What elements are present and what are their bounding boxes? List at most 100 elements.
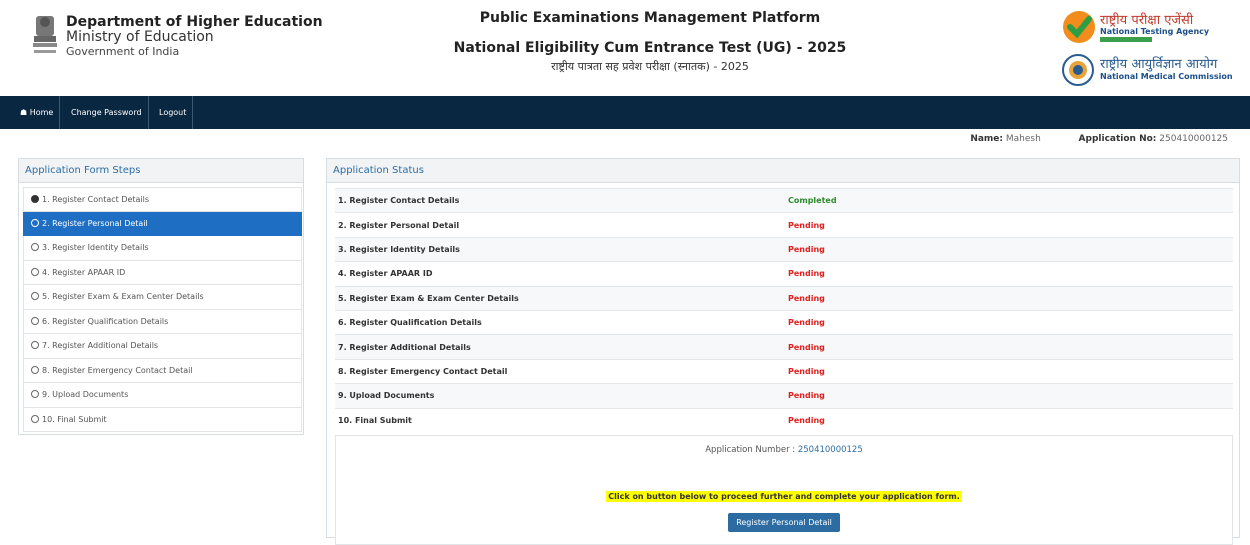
exam-title: National Eligibility Cum Entrance Test (… xyxy=(453,40,847,56)
step-label: 3. Register Identity Details xyxy=(42,243,149,252)
status-row: 8. Register Emergency Contact Detail Pend… xyxy=(335,358,1233,384)
form-steps-list: 1. Register Contact Details 2. Register P… xyxy=(23,187,302,432)
ministry-name: Ministry of Education xyxy=(66,29,214,45)
application-number-line: Application Number : 250410000125 xyxy=(336,445,1232,455)
register-personal-detail-button[interactable]: Register Personal Detail xyxy=(728,513,840,532)
status-row: 9. Upload Documents Pending xyxy=(335,383,1233,409)
step-item[interactable]: 5. Register Exam & Exam Center Details xyxy=(23,285,302,310)
application-status-title: Application Status xyxy=(327,159,1239,183)
step-item[interactable]: 6. Register Qualification Details xyxy=(23,309,302,334)
status-row: 2. Register Personal Detail Pending xyxy=(335,212,1233,238)
step-item[interactable]: 3. Register Identity Details xyxy=(23,236,302,261)
nav-logout-link[interactable]: Logout xyxy=(153,96,194,129)
status-row: 6. Register Qualification Details Pending xyxy=(335,309,1233,335)
nmc-logo: राष्ट्रीय आयुर्विज्ञान आयोग National Med… xyxy=(1062,52,1248,88)
form-steps-panel: Application Form Steps 1. Register Conta… xyxy=(18,158,304,435)
step-label: 9. Upload Documents xyxy=(42,390,129,399)
nmc-hindi-name: राष्ट्रीय आयुर्विज्ञान आयोग xyxy=(1100,57,1218,72)
circle-icon xyxy=(31,365,39,374)
step-item[interactable]: 1. Register Contact Details xyxy=(23,187,302,212)
step-item[interactable]: 2. Register Personal Detail xyxy=(23,211,302,236)
nta-english-name: National Testing Agency xyxy=(1100,27,1210,36)
status-row: 1. Register Contact Details Completed xyxy=(335,187,1233,213)
department-name: Department of Higher Education xyxy=(66,14,323,30)
status-step-name: 6. Register Qualification Details xyxy=(335,309,785,335)
nta-tagline-bar xyxy=(1100,37,1152,42)
national-emblem-icon xyxy=(33,16,57,53)
department-block: Department of Higher Education Ministry … xyxy=(66,14,323,59)
status-row: 5. Register Exam & Exam Center Details Pe… xyxy=(335,285,1233,311)
status-value: Pending xyxy=(785,212,1233,238)
status-row: 7. Register Additional Details Pending xyxy=(335,334,1233,360)
circle-icon xyxy=(31,316,39,325)
nav-home-label: Home xyxy=(29,108,54,117)
government-name: Government of India xyxy=(66,45,180,58)
application-action-box: Application Number : 250410000125 Click … xyxy=(335,435,1233,545)
step-label: 7. Register Additional Details xyxy=(42,341,159,350)
status-row: 4. Register APAAR ID Pending xyxy=(335,261,1233,287)
circle-icon xyxy=(31,267,39,276)
status-step-name: 5. Register Exam & Exam Center Details xyxy=(335,285,785,311)
circle-icon xyxy=(31,292,39,300)
step-label: 1. Register Contact Details xyxy=(42,195,150,204)
circle-icon xyxy=(31,341,39,349)
nmc-seal-icon xyxy=(1062,54,1094,86)
nmc-english-name: National Medical Commission xyxy=(1100,72,1233,81)
step-item[interactable]: 4. Register APAAR ID xyxy=(23,260,302,285)
status-value: Pending xyxy=(785,285,1233,311)
nta-hindi-name: राष्ट्रीय परीक्षा एजेंसी xyxy=(1100,13,1194,28)
platform-title-block: Public Examinations Management Platform … xyxy=(440,10,860,74)
status-value: Pending xyxy=(785,334,1233,360)
nta-check-icon xyxy=(1063,11,1095,43)
step-item[interactable]: 8. Register Emergency Contact Detail xyxy=(23,358,302,383)
status-row: 3. Register Identity Details Pending xyxy=(335,236,1233,262)
status-row: 10. Final Submit Pending xyxy=(335,407,1233,433)
status-step-name: 2. Register Personal Detail xyxy=(335,212,785,238)
circle-icon xyxy=(31,390,39,398)
status-value: Pending xyxy=(785,261,1233,287)
step-item[interactable]: 7. Register Additional Details xyxy=(23,334,302,359)
nta-logo: राष्ट्रीय परीक्षा एजेंसी National Testin… xyxy=(1062,10,1242,46)
nav-change-password-link[interactable]: Change Password xyxy=(65,96,149,129)
top-navbar: ☗ Home Change Password Logout xyxy=(0,96,1250,129)
step-label: 4. Register APAAR ID xyxy=(42,267,126,277)
status-value: Pending xyxy=(785,309,1233,335)
circle-icon xyxy=(31,243,39,251)
page-header: Department of Higher Education Ministry … xyxy=(0,0,1250,96)
platform-title: Public Examinations Management Platform xyxy=(479,10,821,26)
circle-icon xyxy=(31,414,39,423)
status-value: Pending xyxy=(785,407,1233,433)
proceed-instruction: Click on button below to proceed further… xyxy=(336,484,1232,503)
status-step-name: 1. Register Contact Details xyxy=(335,187,785,213)
step-label: 8. Register Emergency Contact Detail xyxy=(42,365,193,375)
status-step-name: 4. Register APAAR ID xyxy=(335,261,785,287)
status-step-name: 10. Final Submit xyxy=(335,407,785,433)
status-value: Pending xyxy=(785,358,1233,384)
status-value: Pending xyxy=(785,383,1233,409)
step-label: 10. Final Submit xyxy=(42,414,107,424)
application-number-value: 250410000125 xyxy=(797,445,863,455)
status-step-name: 9. Upload Documents xyxy=(335,383,785,409)
exam-title-hindi: राष्ट्रीय पात्रता सह प्रवेश परीक्षा (स्न… xyxy=(551,60,749,73)
application-no-label: Application No: xyxy=(1078,134,1157,144)
status-step-name: 3. Register Identity Details xyxy=(335,236,785,262)
step-label: 5. Register Exam & Exam Center Details xyxy=(42,292,204,301)
application-no: 250410000125 xyxy=(1159,134,1228,144)
name-label: Name: xyxy=(970,134,1003,144)
user-name: Mahesh xyxy=(1005,134,1041,144)
application-status-panel: Application Status 1. Register Contact D… xyxy=(326,158,1240,545)
check-circle-icon xyxy=(31,195,39,203)
application-number-label: Application Number : xyxy=(705,445,796,455)
step-item[interactable]: 10. Final Submit xyxy=(23,407,302,432)
step-label: 6. Register Qualification Details xyxy=(42,316,169,326)
status-value: Completed xyxy=(785,187,1233,213)
status-table: 1. Register Contact Details Completed 2. R… xyxy=(335,187,1233,433)
proceed-text: Click on button below to proceed further… xyxy=(606,491,962,502)
circle-icon xyxy=(31,218,39,227)
step-item[interactable]: 9. Upload Documents xyxy=(23,383,302,408)
nav-home-link[interactable]: ☗ Home xyxy=(14,96,61,129)
status-step-name: 7. Register Additional Details xyxy=(335,334,785,360)
status-value: Pending xyxy=(785,236,1233,262)
form-steps-title: Application Form Steps xyxy=(19,159,303,183)
status-step-name: 8. Register Emergency Contact Detail xyxy=(335,358,785,384)
